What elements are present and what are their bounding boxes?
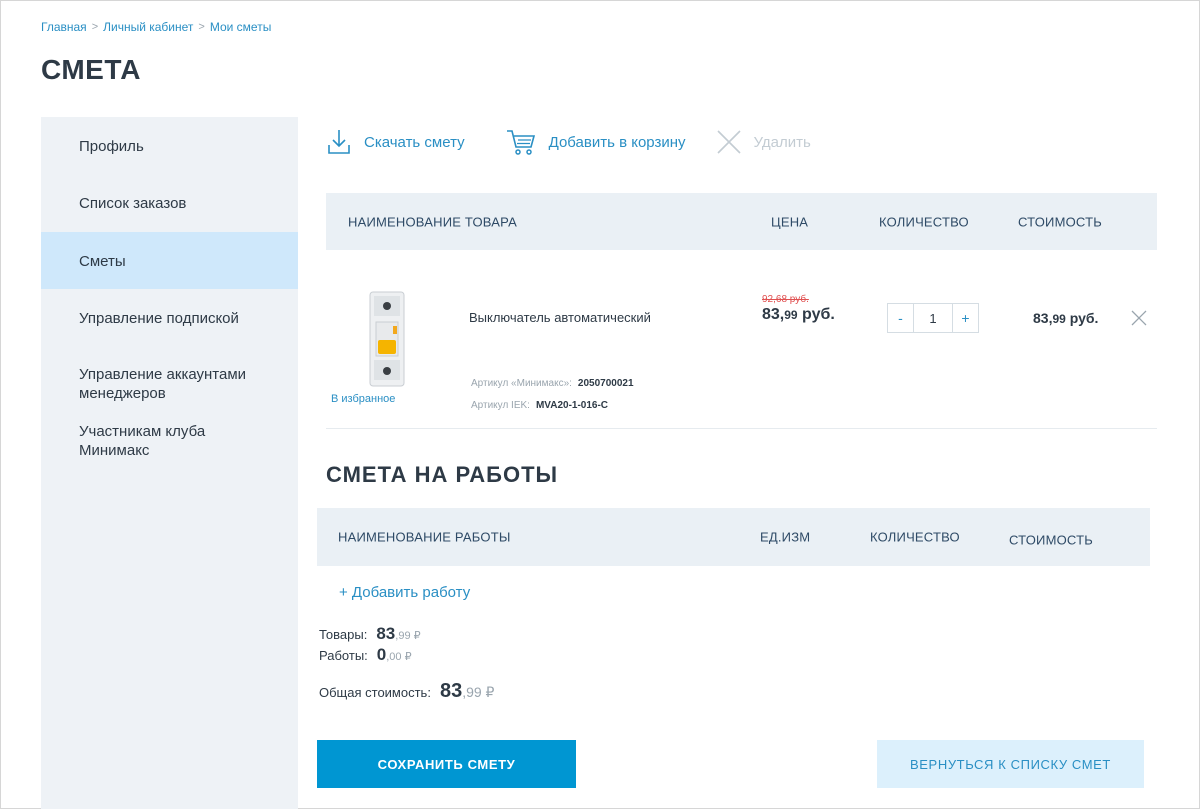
summary-works-int: 0 — [376, 645, 387, 664]
summary-total-label: Общая стоимость: — [319, 685, 431, 700]
summary-total-dec: ,99 ₽ — [462, 684, 495, 700]
chevron-right-icon: > — [91, 21, 99, 33]
sidebar-item-label: Управление подпиской — [79, 310, 239, 327]
column-header-cost: СТОИМОСТЬ — [1018, 214, 1102, 229]
add-to-favorites-link[interactable]: В избранное — [331, 393, 395, 405]
products-table-header: НАИМЕНОВАНИЕ ТОВАРА ЦЕНА КОЛИЧЕСТВО СТОИ… — [326, 193, 1157, 250]
cost-int: 83, — [1033, 310, 1053, 326]
cart-icon — [506, 130, 535, 155]
sku-iek-label: Артикул IEK: — [471, 400, 530, 411]
divider — [326, 428, 1157, 429]
summary-total-int: 83 — [439, 680, 463, 702]
quantity-input[interactable]: 1 — [913, 304, 953, 332]
row-cost: 83,99 руб. — [1033, 310, 1098, 326]
column-header-name: НАИМЕНОВАНИЕ ТОВАРА — [348, 214, 517, 229]
sku-iek-value: MVA20-1-016-C — [535, 400, 609, 411]
sidebar-item-label: Управление аккаунтами менеджеров — [79, 366, 247, 402]
quantity-stepper: - 1 + — [887, 303, 979, 333]
sidebar-item-subscription[interactable]: Управление подпиской — [41, 289, 298, 346]
breadcrumb-estimates[interactable]: Мои сметы — [210, 20, 272, 34]
remove-row-icon[interactable] — [1131, 310, 1147, 326]
chevron-right-icon: > — [198, 21, 205, 33]
sku-iek: Артикул IEK: MVA20-1-016-C — [471, 400, 608, 411]
column-header-qty: КОЛИЧЕСТВО — [879, 214, 969, 229]
close-icon — [716, 130, 741, 154]
column-header-work-cost: СТОИМОСТЬ — [1009, 532, 1093, 548]
price-dec: 99 — [784, 308, 798, 322]
quantity-increase-button[interactable]: + — [953, 304, 978, 332]
summary-goods-int: 83 — [376, 624, 396, 643]
sidebar-item-estimates[interactable]: Сметы — [41, 232, 298, 289]
column-header-work-qty: КОЛИЧЕСТВО — [870, 529, 960, 545]
breadcrumb: Главная > Личный кабинет > Мои сметы — [41, 20, 271, 34]
add-to-cart-label: Добавить в корзину — [548, 133, 686, 151]
quantity-decrease-button[interactable]: - — [888, 304, 913, 332]
sidebar-item-label: Профиль — [79, 138, 144, 155]
price-unit: руб. — [797, 306, 835, 323]
column-header-price: ЦЕНА — [771, 214, 809, 229]
summary-works-label: Работы: — [319, 648, 368, 663]
sku-minimax-label: Артикул «Минимакс»: — [471, 378, 572, 389]
column-header-work-name: НАИМЕНОВАНИЕ РАБОТЫ — [338, 529, 511, 545]
product-name[interactable]: Выключатель автоматический — [469, 310, 651, 325]
sku-minimax: Артикул «Минимакс»: 2050700021 — [471, 378, 634, 389]
circuit-breaker-image — [369, 291, 405, 387]
page-title: СМЕТА — [41, 54, 141, 85]
add-to-cart-button[interactable]: Добавить в корзину — [505, 127, 686, 157]
toolbar: Скачать смету Добавить в корзину Удалить — [326, 124, 811, 160]
add-work-link[interactable]: + Добавить работу — [339, 584, 470, 601]
works-table-header: НАИМЕНОВАНИЕ РАБОТЫ ЕД.ИЗМ КОЛИЧЕСТВО СТ… — [317, 508, 1150, 566]
sidebar: Профиль Список заказов Сметы Управление … — [41, 117, 298, 809]
summary-total: Общая стоимость: 83,99 ₽ — [319, 680, 494, 703]
back-to-estimates-button[interactable]: ВЕРНУТЬСЯ К СПИСКУ СМЕТ — [877, 740, 1144, 788]
old-price: 92,68 руб. — [762, 294, 809, 305]
price-int: 83, — [762, 306, 785, 323]
sidebar-item-profile[interactable]: Профиль — [41, 117, 298, 175]
sidebar-item-label: Сметы — [79, 253, 126, 270]
sku-minimax-value: 2050700021 — [577, 378, 634, 389]
breadcrumb-home[interactable]: Главная — [41, 20, 87, 34]
download-icon — [328, 130, 350, 154]
cost-dec: 99 — [1052, 312, 1066, 326]
summary-goods: Товары: 83,99 ₽ — [319, 624, 421, 644]
sidebar-item-club[interactable]: Участникам клуба Минимакс — [41, 422, 298, 482]
breadcrumb-account[interactable]: Личный кабинет — [103, 20, 193, 34]
summary-goods-dec: ,99 ₽ — [395, 630, 421, 642]
sidebar-item-managers[interactable]: Управление аккаунтами менеджеров — [41, 346, 298, 422]
delete-button[interactable]: Удалить — [716, 129, 811, 155]
price: 83,99 руб. — [762, 306, 835, 324]
download-estimate-button[interactable]: Скачать смету — [326, 128, 465, 156]
cost-unit: руб. — [1065, 310, 1099, 326]
download-estimate-label: Скачать смету — [364, 133, 465, 151]
works-section-title: СМЕТА НА РАБОТЫ — [326, 462, 559, 487]
delete-label: Удалить — [753, 133, 811, 151]
summary-works: Работы: 0,00 ₽ — [319, 645, 412, 665]
summary-goods-label: Товары: — [319, 627, 368, 642]
sidebar-item-orders[interactable]: Список заказов — [41, 175, 298, 232]
sidebar-item-label: Участникам клуба Минимакс — [79, 423, 206, 459]
sidebar-item-label: Список заказов — [79, 195, 187, 212]
save-estimate-button[interactable]: СОХРАНИТЬ СМЕТУ — [317, 740, 576, 788]
column-header-unit: ЕД.ИЗМ — [760, 529, 811, 545]
summary-works-dec: ,00 ₽ — [386, 651, 412, 663]
